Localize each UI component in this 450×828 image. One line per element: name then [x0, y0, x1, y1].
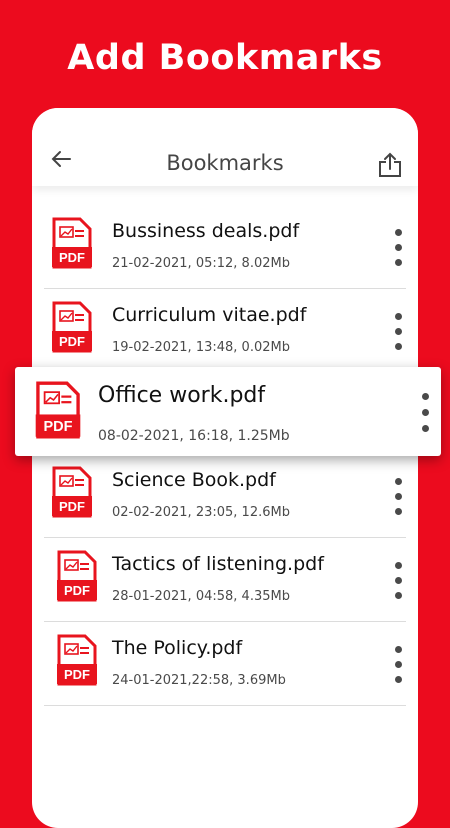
file-name: The Policy.pdf [112, 637, 243, 659]
app-bar: Bookmarks [32, 108, 418, 186]
file-meta: 19-02-2021, 13:48, 0.02Mb [112, 340, 290, 355]
list-item[interactable]: PDF Bussiness deals.pdf 21-02-2021, 05:1… [32, 205, 418, 289]
pdf-file-icon: PDF [52, 301, 92, 353]
list-item-highlighted[interactable]: PDF Office work.pdf 08-02-2021, 16:18, 1… [15, 367, 441, 456]
more-vertical-icon[interactable] [392, 313, 404, 351]
pdf-file-icon: PDF [57, 634, 97, 686]
pdf-badge-label: PDF [59, 250, 85, 265]
list-item[interactable]: PDF The Policy.pdf 24-01-2021,22:58, 3.6… [32, 622, 418, 706]
pdf-file-icon: PDF [52, 466, 92, 518]
more-vertical-icon[interactable] [419, 393, 431, 433]
file-meta: 08-02-2021, 16:18, 1.25Mb [98, 428, 290, 444]
divider [44, 705, 406, 706]
file-name: Bussiness deals.pdf [112, 220, 300, 242]
file-meta: 02-02-2021, 23:05, 12.6Mb [112, 505, 290, 520]
file-name: Curriculum vitae.pdf [112, 304, 307, 326]
file-name: Science Book.pdf [112, 469, 276, 491]
pdf-badge-label: PDF [59, 334, 85, 349]
page-title: Bookmarks [166, 151, 284, 175]
pdf-badge-label: PDF [59, 499, 85, 514]
file-name: Office work.pdf [98, 383, 266, 408]
pdf-badge-label: PDF [64, 667, 90, 682]
list-item[interactable]: PDF Tactics of listening.pdf 28-01-2021,… [32, 538, 418, 622]
share-icon[interactable] [378, 152, 402, 178]
phone-screen: Bookmarks PDF Bussiness deals.pdf 21-02-… [32, 108, 418, 828]
pdf-file-icon: PDF [35, 381, 81, 439]
more-vertical-icon[interactable] [392, 646, 404, 684]
list-item[interactable]: PDF Curriculum vitae.pdf 19-02-2021, 13:… [32, 289, 418, 373]
pdf-file-icon: PDF [57, 550, 97, 602]
file-name: Tactics of listening.pdf [112, 553, 324, 575]
file-meta: 21-02-2021, 05:12, 8.02Mb [112, 256, 290, 271]
more-vertical-icon[interactable] [392, 562, 404, 600]
pdf-badge-label: PDF [64, 583, 90, 598]
more-vertical-icon[interactable] [392, 478, 404, 516]
file-meta: 24-01-2021,22:58, 3.69Mb [112, 673, 286, 688]
pdf-file-icon: PDF [52, 217, 92, 269]
more-vertical-icon[interactable] [392, 229, 404, 267]
list-item[interactable]: PDF Science Book.pdf 02-02-2021, 23:05, … [32, 454, 418, 538]
headline: Add Bookmarks [67, 38, 383, 78]
pdf-badge-label: PDF [43, 419, 72, 435]
file-meta: 28-01-2021, 04:58, 4.35Mb [112, 589, 290, 604]
